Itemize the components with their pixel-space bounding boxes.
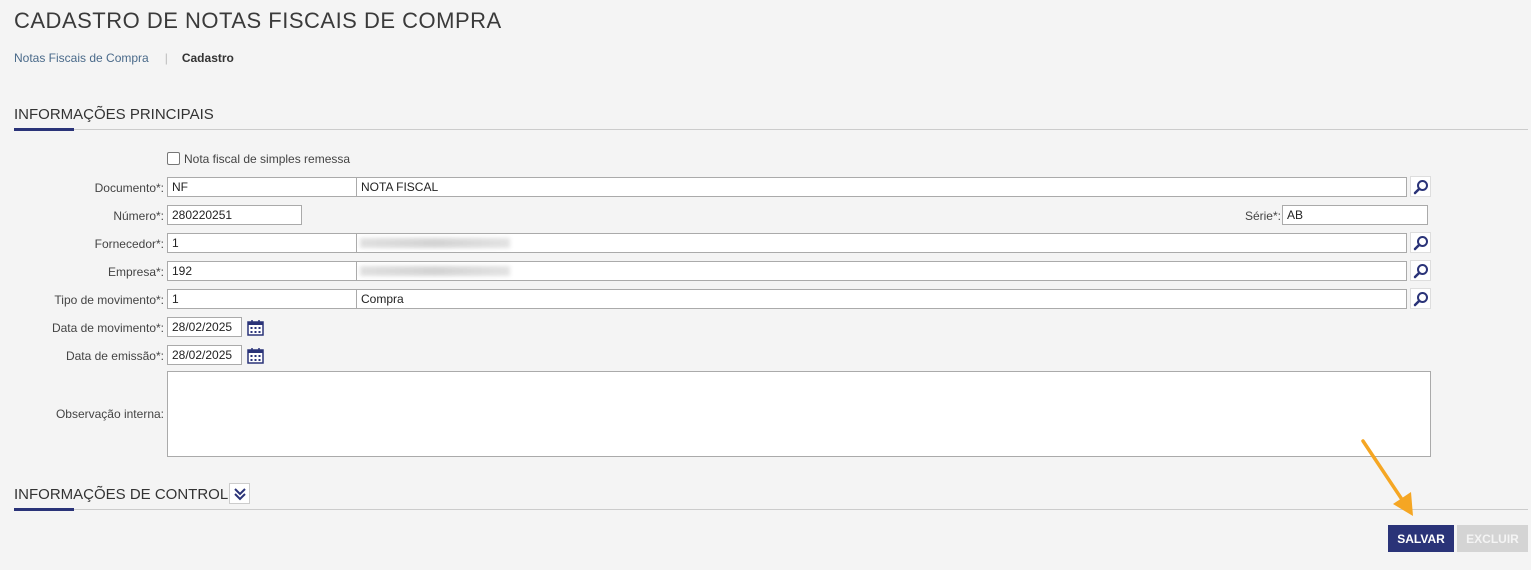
tipo-movimento-description-input[interactable] bbox=[356, 289, 1407, 309]
empresa-redacted-text bbox=[360, 266, 510, 276]
data-movimento-calendar-button[interactable] bbox=[245, 317, 266, 338]
save-button[interactable]: SALVAR bbox=[1388, 525, 1454, 552]
breadcrumb-separator: | bbox=[164, 51, 168, 65]
fornecedor-description-input[interactable] bbox=[356, 233, 1407, 253]
numero-label: Número*: bbox=[113, 209, 164, 223]
tipo-movimento-label: Tipo de movimento*: bbox=[54, 293, 164, 307]
simples-remessa-label: Nota fiscal de simples remessa bbox=[184, 152, 351, 166]
section-divider-main bbox=[14, 129, 1528, 130]
magnifier-icon bbox=[1413, 179, 1428, 194]
data-movimento-label: Data de movimento*: bbox=[51, 321, 164, 335]
observacao-label: Observação interna: bbox=[55, 407, 164, 421]
numero-input[interactable] bbox=[167, 205, 302, 225]
section-accent-main bbox=[14, 128, 74, 131]
fornecedor-code-input[interactable] bbox=[167, 233, 357, 253]
magnifier-icon bbox=[1413, 291, 1428, 306]
documento-label: Documento*: bbox=[94, 181, 164, 195]
fornecedor-redacted-text bbox=[360, 238, 510, 248]
data-emissao-calendar-button[interactable] bbox=[245, 345, 266, 366]
magnifier-icon bbox=[1413, 235, 1428, 250]
fornecedor-label: Fornecedor*: bbox=[94, 237, 164, 251]
empresa-label: Empresa*: bbox=[107, 265, 164, 279]
page-title: CADASTRO DE NOTAS FISCAIS DE COMPRA bbox=[14, 8, 502, 33]
simples-remessa-checkbox[interactable] bbox=[167, 152, 180, 165]
data-movimento-input[interactable] bbox=[167, 317, 242, 337]
section-title-main: INFORMAÇÕES PRINCIPAIS bbox=[14, 106, 214, 123]
calendar-icon bbox=[247, 348, 264, 364]
breadcrumb: Notas Fiscais de Compra | Cadastro bbox=[14, 51, 234, 65]
calendar-icon bbox=[247, 320, 264, 336]
breadcrumb-link-notas[interactable]: Notas Fiscais de Compra bbox=[14, 51, 149, 65]
serie-input[interactable] bbox=[1282, 205, 1428, 225]
double-chevron-down-icon bbox=[233, 487, 246, 500]
section-divider-control bbox=[14, 509, 1528, 510]
tipo-movimento-lookup-button[interactable] bbox=[1410, 288, 1431, 309]
serie-label: Série*: bbox=[1244, 209, 1281, 223]
section-accent-control bbox=[14, 508, 74, 511]
documento-code-input[interactable] bbox=[167, 177, 357, 197]
data-emissao-input[interactable] bbox=[167, 345, 242, 365]
empresa-lookup-button[interactable] bbox=[1410, 260, 1431, 281]
annotation-arrow-icon bbox=[1361, 439, 1413, 516]
documento-lookup-button[interactable] bbox=[1410, 176, 1431, 197]
empresa-description-input[interactable] bbox=[356, 261, 1407, 281]
control-expand-button[interactable] bbox=[229, 483, 250, 504]
documento-description-input[interactable] bbox=[356, 177, 1407, 197]
breadcrumb-current: Cadastro bbox=[181, 51, 234, 65]
data-emissao-label: Data de emissão*: bbox=[65, 349, 164, 363]
tipo-movimento-code-input[interactable] bbox=[167, 289, 357, 309]
empresa-code-input[interactable] bbox=[167, 261, 357, 281]
section-title-control: INFORMAÇÕES DE CONTROLE bbox=[14, 486, 239, 503]
magnifier-icon bbox=[1413, 263, 1428, 278]
fornecedor-lookup-button[interactable] bbox=[1410, 232, 1431, 253]
delete-button[interactable]: EXCLUIR bbox=[1457, 525, 1528, 552]
observacao-textarea[interactable] bbox=[167, 371, 1431, 457]
